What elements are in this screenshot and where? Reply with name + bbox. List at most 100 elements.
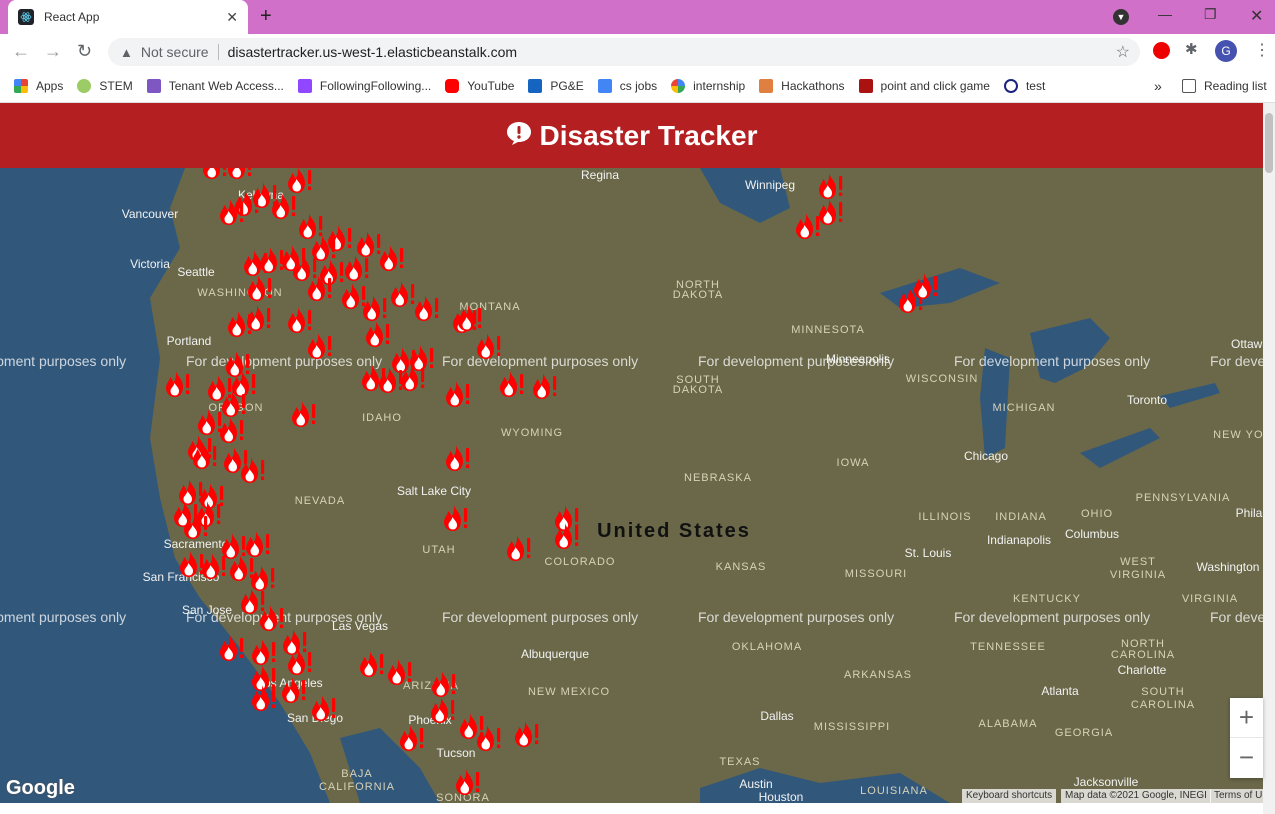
avatar[interactable]: G	[1215, 40, 1237, 62]
twitch-icon	[297, 79, 312, 93]
react-icon	[18, 9, 34, 25]
bookmark-tenant[interactable]: Tenant Web Access...	[146, 79, 284, 93]
browser-chrome: React App ✕ + ▼ — ❐ ✕ ← → ↻ ▲ Not secure…	[0, 0, 1275, 103]
map-label: LOUISIANA	[860, 785, 928, 797]
map-label: Ottawa	[1231, 337, 1263, 351]
bookmark-pge[interactable]: PG&E	[528, 79, 584, 93]
apps-icon	[14, 79, 28, 93]
bookmark-twitch[interactable]: FollowingFollowing...	[297, 79, 431, 93]
country-label: United States	[597, 520, 751, 542]
map-label: VIRGINIA	[1182, 593, 1238, 605]
map-label: OKLAHOMA	[732, 641, 802, 653]
hackathon-icon	[759, 79, 774, 93]
restore-icon[interactable]: ❐	[1204, 6, 1217, 23]
map-label: Salt Lake City	[397, 484, 471, 498]
map-label: MINNESOTA	[791, 324, 865, 336]
map-label: WISCONSIN	[906, 373, 979, 385]
browser-toolbar: ← → ↻ ▲ Not secure disastertracker.us-we…	[0, 34, 1275, 70]
zoom-in-button[interactable]: +	[1230, 698, 1263, 738]
zoom-out-button[interactable]: −	[1230, 738, 1263, 778]
terms-link[interactable]: Terms of U	[1210, 789, 1263, 803]
window-close-icon[interactable]: ✕	[1250, 6, 1263, 26]
map-label: BAJA	[341, 768, 373, 780]
app-header: Disaster Tracker	[0, 103, 1263, 168]
test-icon	[1003, 79, 1018, 93]
pge-icon	[528, 79, 543, 93]
map-label: Winnipeg	[745, 178, 795, 192]
map-label: ALABAMA	[979, 718, 1038, 730]
scroll-thumb[interactable]	[1265, 113, 1273, 173]
map-label: St. Louis	[905, 546, 952, 560]
star-icon[interactable]: ☆	[1116, 42, 1130, 62]
map-canvas[interactable]: ReginaWinnipegKelownaVancouverVictoriaSe…	[0, 168, 1263, 803]
bookmark-label: test	[1025, 79, 1046, 93]
bookmark-stem[interactable]: STEM	[77, 79, 133, 93]
map-label: Phila	[1236, 506, 1263, 520]
map-label: IOWA	[837, 457, 870, 469]
bookmark-hackathons[interactable]: Hackathons	[759, 79, 845, 93]
bookmark-internship[interactable]: internship	[671, 79, 745, 93]
map-label: IDAHO	[362, 412, 402, 424]
watermark-text: For development purposes only	[442, 353, 638, 369]
divider	[217, 44, 219, 60]
map-label: OHIO	[1081, 508, 1113, 520]
url-text: disastertracker.us-west-1.elasticbeansta…	[227, 44, 518, 60]
map-label: Albuquerque	[521, 647, 589, 661]
extensions-icon[interactable]: ✱	[1185, 40, 1198, 58]
page-bottom	[0, 803, 1263, 814]
reload-icon[interactable]: ↻	[77, 41, 92, 62]
map-label: NEBRASKA	[684, 472, 752, 484]
tab-search-icon[interactable]: ▼	[1113, 9, 1129, 25]
more-bookmarks-button[interactable]: »	[1154, 78, 1162, 94]
bookmark-apps[interactable]: Apps	[14, 79, 63, 93]
bookmark-label: STEM	[99, 79, 133, 93]
bookmark-label: cs jobs	[619, 79, 658, 93]
map-label: Tucson	[437, 746, 476, 760]
map-label: Portland	[167, 334, 212, 348]
adblock-icon[interactable]	[1153, 42, 1170, 59]
minimize-icon[interactable]: —	[1158, 6, 1172, 22]
k-icon	[858, 79, 873, 93]
map-label: WYOMING	[501, 427, 563, 439]
alert-icon	[506, 121, 532, 150]
bookmark-label: YouTube	[467, 79, 515, 93]
google-logo[interactable]: Google	[6, 777, 75, 800]
google-icon	[671, 79, 686, 93]
map-label: DAKOTA	[673, 384, 723, 396]
watermark-text: For development purposes only	[698, 353, 894, 369]
address-bar[interactable]: ▲ Not secure disastertracker.us-west-1.e…	[108, 38, 1140, 66]
page-scrollbar[interactable]	[1263, 103, 1275, 814]
map-label: NEVADA	[295, 495, 345, 507]
new-tab-button[interactable]: +	[260, 5, 272, 28]
building-icon	[146, 79, 161, 93]
map-label: Indianapolis	[987, 533, 1051, 547]
menu-icon[interactable]: ⋮	[1254, 40, 1270, 60]
bookmark-label: Apps	[36, 79, 64, 93]
map-label: Toronto	[1127, 393, 1167, 407]
bookmarks-bar: Apps STEM Tenant Web Access... Following…	[0, 70, 1275, 103]
map-label: Atlanta	[1041, 684, 1079, 698]
bookmark-test[interactable]: test	[1003, 79, 1046, 93]
warning-icon: ▲	[120, 44, 133, 60]
map-label: MISSISSIPPI	[814, 721, 890, 733]
map-label: Sacramento	[164, 537, 229, 551]
browser-tab[interactable]: React App ✕	[8, 0, 248, 34]
watermark-text: For development purposes only	[442, 609, 638, 625]
forward-icon[interactable]: →	[44, 41, 62, 62]
map-label: TEXAS	[719, 756, 760, 768]
bookmark-youtube[interactable]: YouTube	[445, 79, 514, 93]
keyboard-shortcuts-link[interactable]: Keyboard shortcuts	[962, 789, 1057, 803]
watermark-text: For development purposes only	[0, 609, 126, 625]
bookmark-csjobs[interactable]: cs jobs	[597, 79, 658, 93]
watermark-text: For development purposes only	[954, 353, 1150, 369]
map-label: TENNESSEE	[970, 641, 1046, 653]
back-icon[interactable]: ←	[12, 41, 30, 62]
map-label: VIRGINIA	[1110, 569, 1166, 581]
close-icon[interactable]: ✕	[226, 9, 238, 26]
map-view[interactable]: ReginaWinnipegKelownaVancouverVictoriaSe…	[0, 168, 1263, 803]
watermark-text: For development purposes only	[698, 609, 894, 625]
bookmark-game[interactable]: point and click game	[858, 79, 990, 93]
reading-list-button[interactable]: Reading list	[1182, 79, 1267, 93]
bookmark-label: PG&E	[550, 79, 584, 93]
watermark-text: For development purposes only	[1210, 353, 1263, 369]
